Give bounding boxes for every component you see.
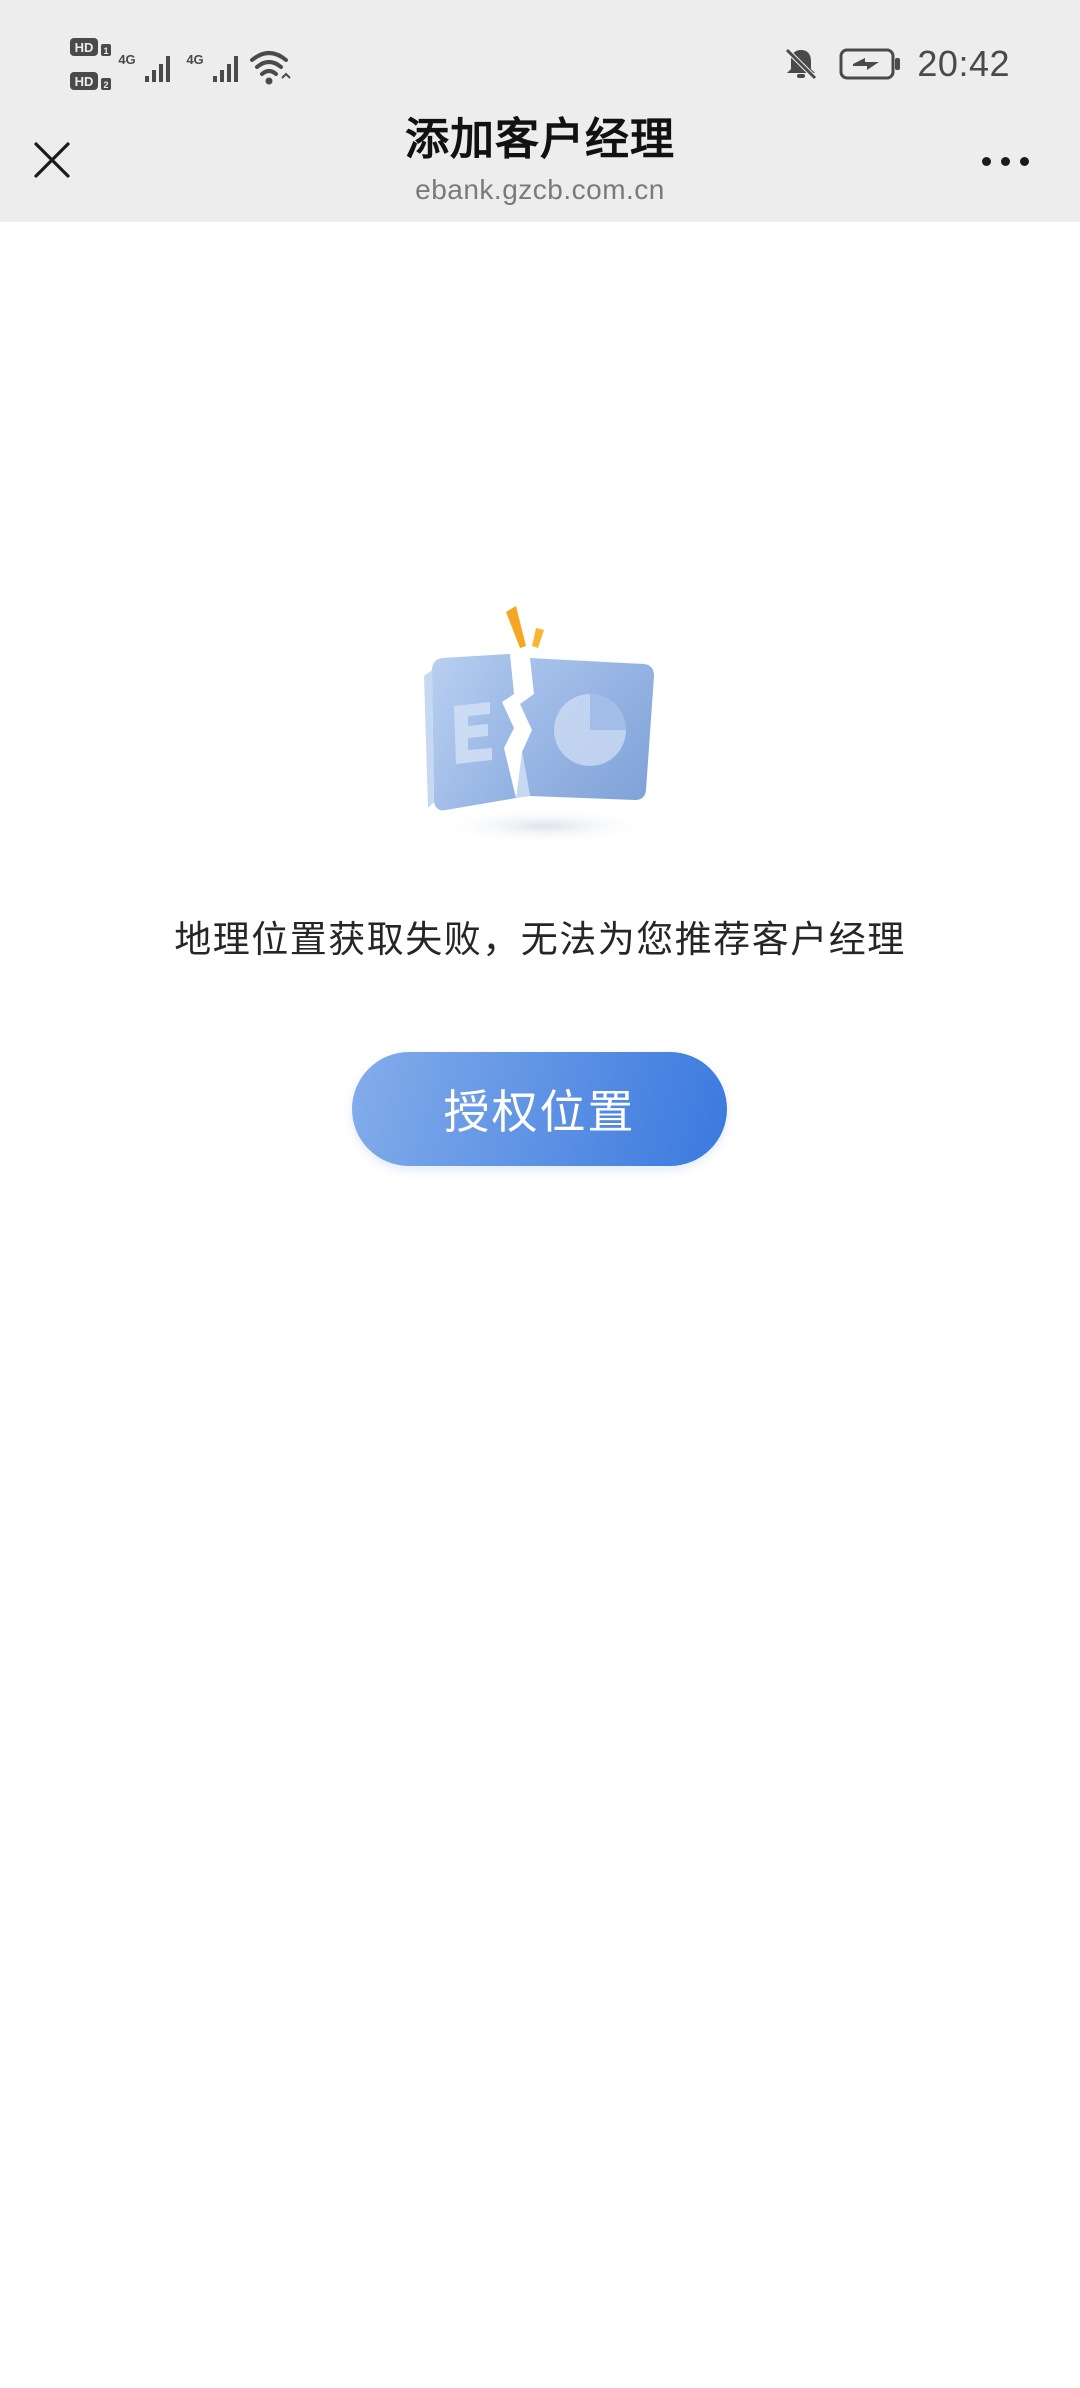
sim2-label: HD	[75, 74, 94, 89]
sim2-index: 2	[103, 80, 108, 90]
top-chrome: HD 1 HD 2 4G 4G 20:42 添加客户经理 ebank.gzcb.…	[0, 0, 1080, 222]
close-icon	[34, 142, 70, 178]
signal-icon: HD 1 HD 2 4G 4G	[70, 38, 291, 90]
network1-label: 4G	[118, 52, 135, 67]
location-error-message: 地理位置获取失败，无法为您推荐客户经理	[174, 918, 906, 961]
close-button[interactable]	[22, 130, 82, 190]
sim1-label: HD	[75, 40, 94, 55]
more-icon-dot	[1000, 156, 1010, 166]
wifi-icon	[250, 51, 291, 85]
sim1-index: 1	[103, 46, 108, 56]
network2-label: 4G	[186, 52, 203, 67]
bell-off-icon	[785, 48, 818, 80]
title-bar: 添加客户经理 ebank.gzcb.com.cn	[0, 100, 1080, 222]
status-left-group: HD 1 HD 2 4G 4G	[68, 34, 298, 98]
page-title: 添加客户经理	[405, 114, 675, 165]
broken-document-icon	[410, 598, 670, 848]
more-button[interactable]	[970, 136, 1040, 186]
page-url: ebank.gzcb.com.cn	[415, 174, 665, 205]
more-icon-dot	[1019, 156, 1029, 166]
title-block: 添加客户经理 ebank.gzcb.com.cn	[240, 110, 840, 208]
battery-charging-icon	[839, 48, 901, 80]
status-time: 20:42	[917, 43, 1010, 84]
status-right-group: 20:42	[781, 38, 1010, 90]
authorize-location-button[interactable]: 授权位置	[352, 1052, 727, 1166]
more-icon	[981, 156, 991, 166]
